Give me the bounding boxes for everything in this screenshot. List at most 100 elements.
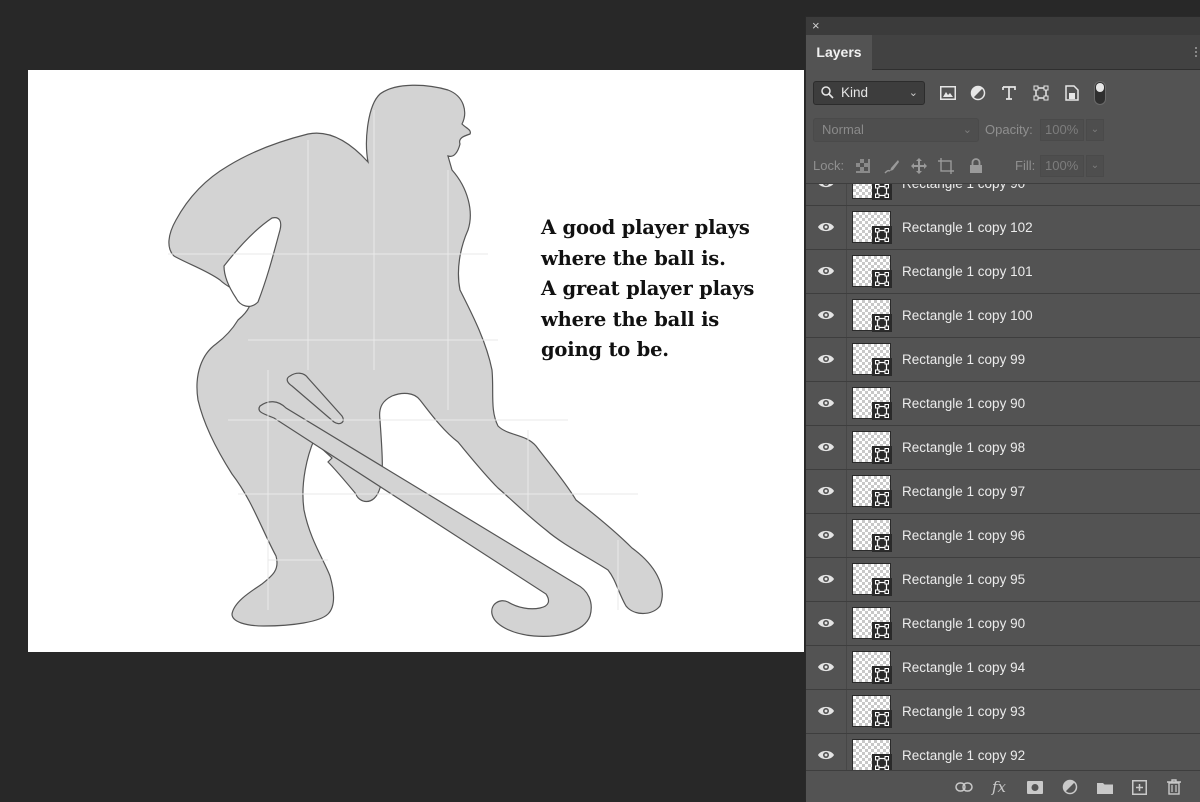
shape-layer-icon: [872, 754, 892, 771]
layer-row[interactable]: Rectangle 1 copy 93: [806, 690, 1200, 734]
shape-layer-icon: [872, 534, 892, 552]
visibility-eye-icon[interactable]: [817, 660, 835, 674]
layer-name[interactable]: Rectangle 1 copy 96: [902, 514, 1025, 557]
layer-row[interactable]: Rectangle 1 copy 102: [806, 206, 1200, 250]
layer-row[interactable]: Rectangle 1 copy 101: [806, 250, 1200, 294]
quote-line: going to be.: [541, 338, 669, 361]
layer-name[interactable]: Rectangle 1 copy 93: [902, 690, 1025, 733]
fill-field[interactable]: 100%: [1040, 155, 1084, 177]
new-layer-icon[interactable]: [1129, 777, 1149, 797]
layer-row[interactable]: Rectangle 1 copy 90: [806, 382, 1200, 426]
row-divider: [846, 426, 847, 469]
shape-layer-icon: [872, 666, 892, 684]
row-divider: [846, 558, 847, 601]
opacity-dropdown-icon[interactable]: ⌄: [1086, 119, 1104, 141]
visibility-eye-icon[interactable]: [817, 396, 835, 410]
add-mask-icon[interactable]: [1025, 777, 1045, 797]
layer-row[interactable]: Rectangle 1 copy 92: [806, 734, 1200, 771]
layer-name[interactable]: Rectangle 1 copy 92: [902, 734, 1025, 771]
blend-mode-select[interactable]: Normal ⌄: [813, 118, 979, 142]
visibility-eye-icon[interactable]: [817, 184, 835, 190]
layer-row[interactable]: Rectangle 1 copy 90: [806, 184, 1200, 206]
shape-layer-icon: [872, 710, 892, 728]
close-icon[interactable]: ×: [812, 18, 820, 34]
shape-layer-icon: [872, 578, 892, 596]
layer-row[interactable]: Rectangle 1 copy 100: [806, 294, 1200, 338]
row-divider: [846, 470, 847, 513]
visibility-eye-icon[interactable]: [817, 528, 835, 542]
visibility-eye-icon[interactable]: [817, 484, 835, 498]
document-canvas[interactable]: A good player plays where the ball is. A g…: [28, 70, 804, 652]
layer-name[interactable]: Rectangle 1 copy 101: [902, 250, 1033, 293]
image-filter-icon[interactable]: [938, 83, 958, 103]
opacity-field[interactable]: 100%: [1040, 119, 1084, 141]
row-divider: [846, 514, 847, 557]
row-divider: [846, 734, 847, 771]
visibility-eye-icon[interactable]: [817, 352, 835, 366]
delete-layer-icon[interactable]: [1164, 777, 1184, 797]
adjustment-filter-icon[interactable]: [968, 83, 988, 103]
chevron-down-icon: ⌄: [962, 124, 972, 136]
visibility-eye-icon[interactable]: [817, 572, 835, 586]
visibility-eye-icon[interactable]: [817, 220, 835, 234]
shape-layer-icon: [872, 490, 892, 508]
quote-line: where the ball is.: [541, 246, 726, 270]
layer-name[interactable]: Rectangle 1 copy 100: [902, 294, 1033, 337]
search-icon: [820, 82, 834, 109]
shape-filter-icon[interactable]: [1031, 83, 1051, 103]
filter-on-off-toggle[interactable]: [1094, 81, 1106, 105]
layer-name[interactable]: Rectangle 1 copy 99: [902, 338, 1025, 381]
layer-row[interactable]: Rectangle 1 copy 97: [806, 470, 1200, 514]
tab-layers[interactable]: Layers: [806, 35, 872, 70]
lock-image-pixels-icon[interactable]: [883, 157, 901, 175]
visibility-eye-icon[interactable]: [817, 440, 835, 454]
visibility-eye-icon[interactable]: [817, 308, 835, 322]
fill-dropdown-icon[interactable]: ⌄: [1086, 155, 1104, 177]
visibility-eye-icon[interactable]: [817, 264, 835, 278]
new-group-icon[interactable]: [1095, 777, 1115, 797]
layer-name[interactable]: Rectangle 1 copy 102: [902, 206, 1033, 249]
layer-name[interactable]: Rectangle 1 copy 97: [902, 470, 1025, 513]
layers-list[interactable]: Rectangle 1 copy 90 Rectangle 1 copy 102 R…: [806, 183, 1200, 771]
quote-line: where the ball is: [541, 307, 720, 331]
layer-name[interactable]: Rectangle 1 copy 90: [902, 602, 1025, 645]
shape-layer-icon: [872, 314, 892, 332]
quote-text: A good player plays where the ball is. A g…: [541, 213, 781, 366]
layer-row[interactable]: Rectangle 1 copy 96: [806, 514, 1200, 558]
layer-name[interactable]: Rectangle 1 copy 90: [902, 184, 1025, 205]
layers-panel: × Layers Kind ⌄ Normal ⌄ Opacity: 100% ⌄…: [805, 16, 1200, 802]
layer-name[interactable]: Rectangle 1 copy 95: [902, 558, 1025, 601]
filter-kind-label: Kind: [841, 85, 869, 100]
quote-line: A great player plays: [541, 277, 755, 300]
new-adjustment-icon[interactable]: [1060, 777, 1080, 797]
layer-name[interactable]: Rectangle 1 copy 98: [902, 426, 1025, 469]
layer-name[interactable]: Rectangle 1 copy 94: [902, 646, 1025, 689]
lock-all-icon[interactable]: [967, 157, 985, 175]
lock-transparent-pixels-icon[interactable]: [854, 157, 872, 175]
layer-row[interactable]: Rectangle 1 copy 95: [806, 558, 1200, 602]
visibility-eye-icon[interactable]: [817, 616, 835, 630]
layer-row[interactable]: Rectangle 1 copy 99: [806, 338, 1200, 382]
row-divider: [846, 250, 847, 293]
lock-artboard-icon[interactable]: [937, 157, 955, 175]
visibility-eye-icon[interactable]: [817, 748, 835, 762]
shape-layer-icon: [872, 270, 892, 288]
panel-menu-grip-icon[interactable]: [1195, 47, 1200, 57]
link-layers-icon[interactable]: [954, 777, 974, 797]
layer-row[interactable]: Rectangle 1 copy 94: [806, 646, 1200, 690]
layer-name[interactable]: Rectangle 1 copy 90: [902, 382, 1025, 425]
type-filter-icon[interactable]: [999, 83, 1019, 103]
shape-layer-icon: [872, 402, 892, 420]
filter-kind-select[interactable]: Kind ⌄: [813, 81, 925, 105]
visibility-eye-icon[interactable]: [817, 704, 835, 718]
fill-label: Fill:: [1015, 158, 1036, 173]
shape-layer-icon: [872, 446, 892, 464]
lock-position-icon[interactable]: [910, 157, 928, 175]
opacity-label: Opacity:: [985, 122, 1033, 137]
layer-row[interactable]: Rectangle 1 copy 98: [806, 426, 1200, 470]
chevron-down-icon: ⌄: [908, 87, 918, 99]
layer-row[interactable]: Rectangle 1 copy 90: [806, 602, 1200, 646]
row-divider: [846, 184, 847, 205]
smart-object-filter-icon[interactable]: [1062, 83, 1082, 103]
fx-icon[interactable]: fx: [989, 777, 1009, 797]
